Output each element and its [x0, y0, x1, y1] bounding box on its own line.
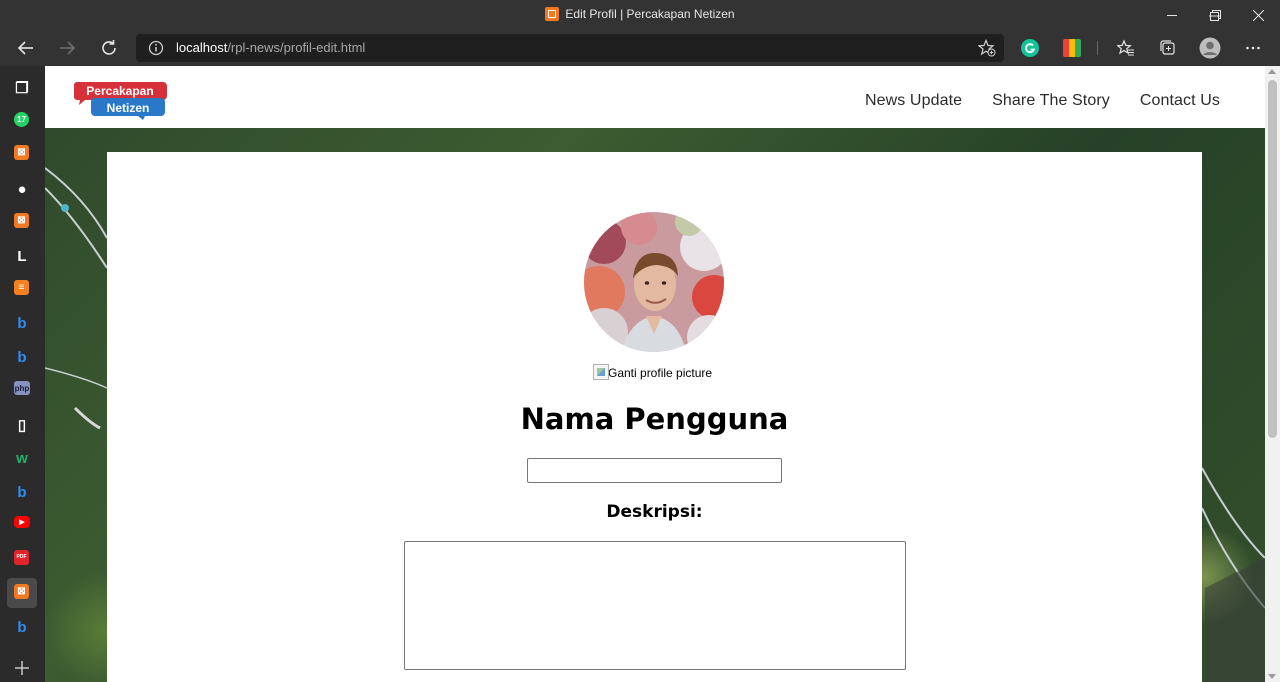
favorites-button[interactable] [1109, 31, 1143, 65]
change-profile-picture-alt: Ganti profile picture [608, 366, 713, 380]
vertical-tab-12[interactable]: w [12, 449, 32, 469]
maximize-button[interactable] [1193, 0, 1237, 31]
page-viewport: Percakapan Netizen News Update Share The… [45, 66, 1280, 682]
favorites-icon [1117, 39, 1134, 56]
site-favicon-icon [545, 7, 560, 21]
vertical-tab-16[interactable]: ⊠ [14, 583, 29, 599]
youtube-icon: ▶ [19, 519, 25, 527]
vertical-tab-15[interactable]: PDF [14, 549, 29, 565]
stackoverflow-icon: ≡ [18, 282, 25, 294]
site-navbar: Percakapan Netizen News Update Share The… [45, 66, 1265, 128]
logo-line2: Netizen [107, 101, 150, 115]
xampp-icon: ⊠ [17, 147, 26, 159]
toolbar-separator [1097, 41, 1098, 55]
vertical-tab-9[interactable]: b [12, 348, 32, 368]
php-icon: php [14, 383, 30, 393]
back-arrow-icon [17, 41, 33, 55]
browser-toolbar: localhost/rpl-news/profil-edit.html [0, 31, 1280, 66]
url-path: /rpl-news/profil-edit.html [227, 40, 366, 55]
profile-avatar-icon [1199, 37, 1221, 59]
forward-arrow-icon [60, 41, 76, 55]
vertical-tab-11[interactable]: ▯ [12, 415, 32, 435]
github-icon: ● [17, 180, 27, 198]
refresh-icon [102, 40, 116, 55]
window-title-text: Edit Profil | Percakapan Netizen [565, 7, 735, 21]
nav-news-update[interactable]: News Update [865, 92, 962, 110]
letter-l-icon: L [17, 248, 27, 265]
vertical-tab-bar: ❐ 17 ⊠ ● ⊠ L ≡ b b php ▯ w b ▶ PDF ⊠ b [0, 66, 45, 682]
vertical-tab-2[interactable]: 17 [14, 111, 29, 127]
pdf-icon: PDF [16, 554, 27, 561]
whatsapp-icon: 17 [17, 114, 26, 124]
bing-icon: b [17, 349, 27, 367]
vertical-tab-6[interactable]: L [12, 247, 32, 267]
wattpad-icon: w [16, 450, 28, 468]
username-heading: Nama Pengguna [520, 402, 789, 436]
vertical-tab-14[interactable]: ▶ [14, 516, 30, 529]
forward-button[interactable] [50, 31, 84, 65]
collections-button[interactable] [1151, 31, 1185, 65]
description-label: Deskripsi: [606, 502, 703, 522]
profile-button[interactable] [1193, 31, 1227, 65]
vertical-tab-3[interactable]: ⊠ [14, 145, 29, 161]
minimize-btn[interactable] [1150, 0, 1194, 31]
refresh-button[interactable] [92, 31, 126, 65]
scroll-up-arrow-icon[interactable] [1268, 69, 1276, 74]
profile-photo-image [584, 212, 724, 352]
xampp-icon: ⊠ [17, 214, 26, 226]
grammarly-g-icon [1025, 43, 1036, 54]
page-icon: ▯ [17, 417, 27, 434]
back-button[interactable] [9, 31, 43, 65]
more-dots-icon [1246, 46, 1260, 50]
tab-actions-icon: ❐ [15, 80, 29, 97]
description-textarea[interactable] [404, 541, 906, 670]
nav-share-the-story[interactable]: Share The Story [992, 92, 1110, 110]
settings-more-button[interactable] [1236, 31, 1270, 65]
restore-window-icon [1209, 10, 1221, 21]
address-bar[interactable]: localhost/rpl-news/profil-edit.html [136, 34, 1004, 62]
minimize-line-icon [1166, 15, 1177, 16]
bing-icon: b [17, 315, 27, 333]
vertical-tab-4[interactable]: ● [12, 179, 32, 199]
percakapan-netizen-logo[interactable]: Percakapan Netizen [73, 80, 169, 120]
profile-picture [584, 212, 724, 352]
vertical-tab-7[interactable]: ≡ [14, 280, 29, 296]
broken-image-icon [593, 364, 609, 380]
grammarly-extension-icon[interactable] [1021, 39, 1039, 57]
window-title: Edit Profil | Percakapan Netizen [0, 7, 1280, 21]
vertical-tab-10[interactable]: php [14, 381, 30, 396]
vertical-tab-8[interactable]: b [12, 314, 32, 334]
bing-icon: b [17, 618, 27, 636]
close-window-button[interactable] [1236, 0, 1280, 31]
scroll-down-arrow-icon[interactable] [1268, 674, 1276, 679]
vertical-tab-17[interactable]: b [12, 617, 32, 637]
vertical-tab-13[interactable]: b [12, 482, 32, 502]
edit-profile-card: Ganti profile picture Nama Pengguna Desk… [107, 152, 1202, 682]
site-info-icon[interactable] [148, 40, 164, 56]
page-scrollbar[interactable] [1265, 66, 1280, 682]
change-profile-picture-image[interactable]: Ganti profile picture [593, 364, 712, 380]
window-titlebar: Edit Profil | Percakapan Netizen [0, 0, 1280, 31]
main-navigation: News Update Share The Story Contact Us [865, 92, 1220, 110]
close-icon [1252, 10, 1264, 21]
logo-line1: Percakapan [86, 84, 153, 98]
nav-contact-us[interactable]: Contact Us [1140, 92, 1220, 110]
bing-icon: b [17, 483, 27, 501]
xampp-icon: ⊠ [17, 585, 26, 597]
color-picker-extension-icon[interactable] [1063, 39, 1081, 57]
add-favorite-icon[interactable] [978, 39, 996, 57]
url-text[interactable]: localhost/rpl-news/profil-edit.html [176, 40, 365, 55]
username-input[interactable] [527, 458, 782, 483]
vertical-tab-5[interactable]: ⊠ [14, 212, 29, 228]
scroll-thumb[interactable] [1268, 80, 1277, 438]
new-tab-plus-icon[interactable] [12, 658, 32, 678]
url-host: localhost [176, 40, 228, 55]
vertical-tab-1[interactable]: ❐ [12, 78, 32, 98]
collections-icon [1160, 40, 1175, 55]
